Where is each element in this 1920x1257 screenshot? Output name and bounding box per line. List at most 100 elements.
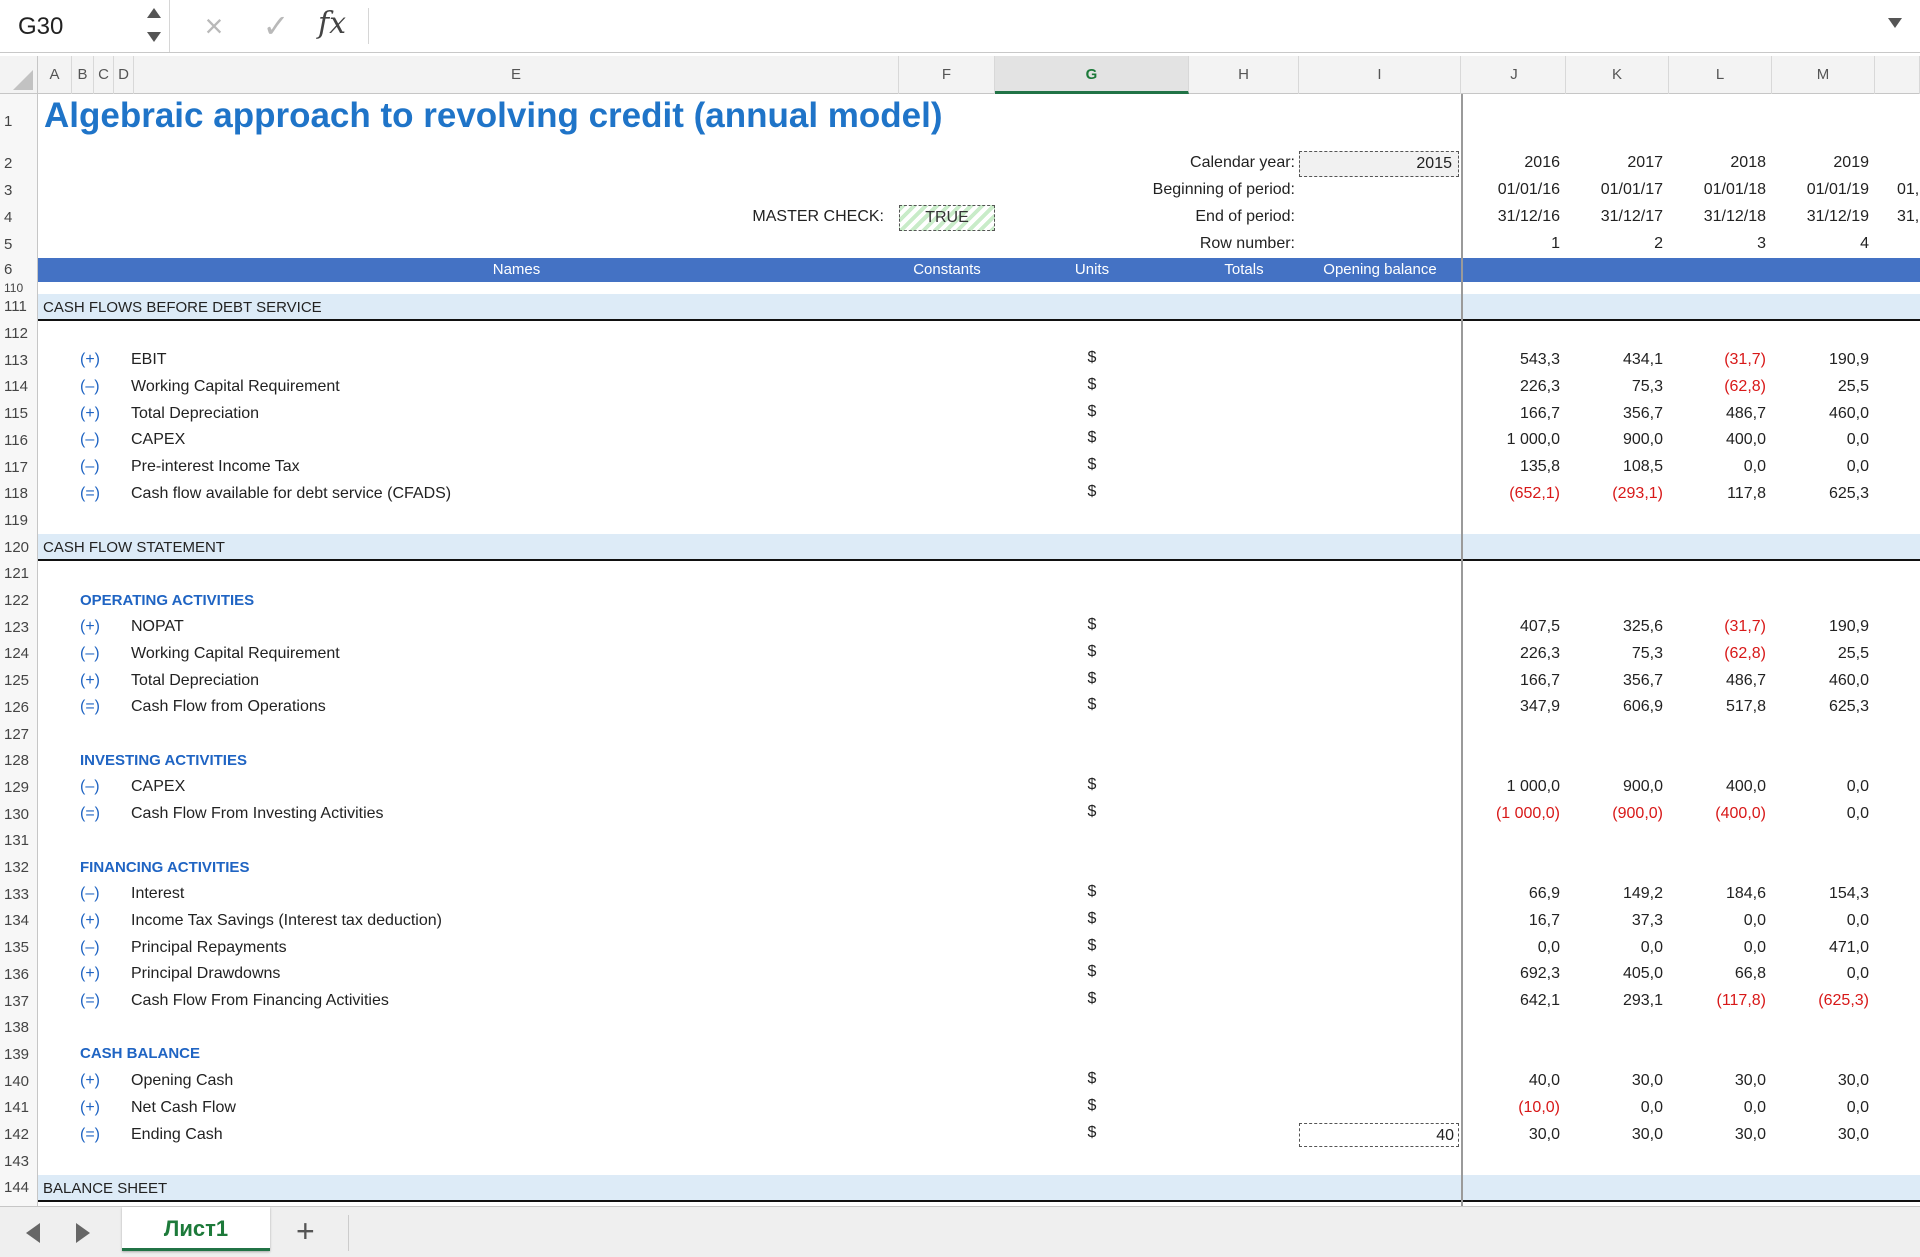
value-cell[interactable]: 1 000,0 bbox=[1463, 431, 1560, 449]
column-header-e[interactable]: E bbox=[134, 56, 899, 94]
row-header[interactable]: 110 bbox=[0, 282, 38, 294]
value-cell[interactable]: 66,8 bbox=[1669, 965, 1766, 983]
column-header-i[interactable]: I bbox=[1299, 56, 1461, 94]
row-header[interactable]: 141 bbox=[0, 1099, 38, 1126]
value-cell[interactable]: 30,0 bbox=[1566, 1072, 1663, 1090]
value-cell[interactable]: 66,9 bbox=[1463, 885, 1560, 903]
value-cell[interactable]: 166,7 bbox=[1463, 672, 1560, 690]
value-cell[interactable]: 154,3 bbox=[1772, 885, 1869, 903]
value-cell[interactable]: 108,5 bbox=[1566, 458, 1663, 476]
prev-sheet-icon[interactable] bbox=[26, 1223, 40, 1243]
row-header[interactable]: 121 bbox=[0, 565, 38, 592]
row-header[interactable]: 126 bbox=[0, 699, 38, 726]
value-cell[interactable]: (400,0) bbox=[1669, 805, 1766, 823]
fx-icon[interactable]: fx bbox=[318, 6, 346, 41]
column-header-b[interactable]: B bbox=[72, 56, 94, 94]
row-header[interactable]: 138 bbox=[0, 1019, 38, 1046]
value-cell[interactable]: 0,0 bbox=[1463, 939, 1560, 957]
row-header[interactable]: 127 bbox=[0, 726, 38, 753]
column-header-f[interactable]: F bbox=[899, 56, 995, 94]
value-cell[interactable]: 0,0 bbox=[1772, 431, 1869, 449]
value-cell[interactable]: 0,0 bbox=[1669, 458, 1766, 476]
row-header[interactable]: 143 bbox=[0, 1153, 38, 1180]
value-cell[interactable]: (62,8) bbox=[1669, 645, 1766, 663]
value-cell[interactable]: 30,0 bbox=[1669, 1126, 1766, 1144]
value-cell[interactable]: 226,3 bbox=[1463, 645, 1560, 663]
value-cell[interactable]: 30,0 bbox=[1669, 1072, 1766, 1090]
row-header[interactable]: 124 bbox=[0, 645, 38, 672]
value-cell[interactable]: (62,8) bbox=[1669, 378, 1766, 396]
value-cell[interactable]: 190,9 bbox=[1772, 351, 1869, 369]
column-header-a[interactable]: A bbox=[38, 56, 72, 94]
value-cell[interactable]: 30,0 bbox=[1772, 1126, 1869, 1144]
value-cell[interactable]: 471,0 bbox=[1772, 939, 1869, 957]
value-cell[interactable]: 325,6 bbox=[1566, 618, 1663, 636]
value-cell[interactable]: 40,0 bbox=[1463, 1072, 1560, 1090]
value-cell[interactable]: (10,0) bbox=[1463, 1099, 1560, 1117]
value-cell[interactable]: 0,0 bbox=[1772, 965, 1869, 983]
row-header[interactable]: 113 bbox=[0, 352, 38, 379]
value-cell[interactable]: 356,7 bbox=[1566, 672, 1663, 690]
value-cell[interactable]: 486,7 bbox=[1669, 672, 1766, 690]
column-header-k[interactable]: K bbox=[1566, 56, 1669, 94]
row-header[interactable]: 115 bbox=[0, 405, 38, 432]
value-cell[interactable]: 543,3 bbox=[1463, 351, 1560, 369]
master-check-cell[interactable]: TRUE bbox=[899, 205, 995, 231]
row-header[interactable]: 122 bbox=[0, 592, 38, 619]
row-header[interactable]: 123 bbox=[0, 619, 38, 646]
value-cell[interactable]: 75,3 bbox=[1566, 645, 1663, 663]
value-cell[interactable]: 166,7 bbox=[1463, 405, 1560, 423]
row-header[interactable]: 119 bbox=[0, 512, 38, 539]
value-cell[interactable]: 434,1 bbox=[1566, 351, 1663, 369]
column-header-g[interactable]: G bbox=[995, 56, 1189, 94]
row-header[interactable]: 133 bbox=[0, 886, 38, 913]
value-cell[interactable]: (1 000,0) bbox=[1463, 805, 1560, 823]
column-header-m[interactable]: M bbox=[1772, 56, 1875, 94]
cancel-icon[interactable]: × bbox=[194, 6, 234, 46]
value-cell[interactable]: (117,8) bbox=[1669, 992, 1766, 1010]
value-cell[interactable]: 0,0 bbox=[1772, 778, 1869, 796]
enter-check-icon[interactable]: ✓ bbox=[256, 6, 296, 46]
value-cell[interactable]: 405,0 bbox=[1566, 965, 1663, 983]
row-header[interactable]: 120 bbox=[0, 539, 38, 566]
value-cell[interactable]: 226,3 bbox=[1463, 378, 1560, 396]
value-cell[interactable]: 25,5 bbox=[1772, 378, 1869, 396]
row-header[interactable]: 125 bbox=[0, 672, 38, 699]
value-cell[interactable]: 0,0 bbox=[1772, 805, 1869, 823]
value-cell[interactable]: 0,0 bbox=[1772, 458, 1869, 476]
value-cell[interactable]: 1 000,0 bbox=[1463, 778, 1560, 796]
value-cell[interactable]: 16,7 bbox=[1463, 912, 1560, 930]
value-cell[interactable]: 30,0 bbox=[1566, 1126, 1663, 1144]
chevron-up-icon[interactable] bbox=[147, 8, 161, 18]
value-cell[interactable]: 356,7 bbox=[1566, 405, 1663, 423]
row-header[interactable]: 112 bbox=[0, 325, 38, 352]
value-cell[interactable]: (652,1) bbox=[1463, 485, 1560, 503]
value-cell[interactable]: 135,8 bbox=[1463, 458, 1560, 476]
row-header[interactable]: 134 bbox=[0, 912, 38, 939]
row-header[interactable]: 129 bbox=[0, 779, 38, 806]
value-cell[interactable]: 400,0 bbox=[1669, 778, 1766, 796]
row-header[interactable]: 128 bbox=[0, 752, 38, 779]
value-cell[interactable]: 30,0 bbox=[1463, 1126, 1560, 1144]
row-header[interactable]: 137 bbox=[0, 993, 38, 1020]
value-cell[interactable]: 0,0 bbox=[1669, 939, 1766, 957]
column-header-j[interactable]: J bbox=[1463, 56, 1566, 94]
value-cell[interactable]: 0,0 bbox=[1669, 1099, 1766, 1117]
row-header[interactable]: 139 bbox=[0, 1046, 38, 1073]
value-cell[interactable]: 0,0 bbox=[1669, 912, 1766, 930]
name-box[interactable]: G30 bbox=[0, 0, 170, 52]
row-header[interactable]: 111 bbox=[0, 298, 38, 325]
column-header-n[interactable] bbox=[1875, 56, 1920, 94]
value-cell[interactable]: 37,3 bbox=[1566, 912, 1663, 930]
add-sheet-icon[interactable]: + bbox=[296, 1211, 315, 1251]
value-cell[interactable]: 692,3 bbox=[1463, 965, 1560, 983]
value-cell[interactable]: 486,7 bbox=[1669, 405, 1766, 423]
row-header[interactable]: 3 bbox=[0, 182, 38, 208]
column-header-h[interactable]: H bbox=[1189, 56, 1299, 94]
spreadsheet-grid[interactable]: 1 2 3 4 5 6 110 111 112 113 114 115 116 117 118 119 120 1… bbox=[0, 94, 1920, 1206]
value-cell[interactable]: 0,0 bbox=[1772, 1099, 1869, 1117]
chevron-down-icon[interactable] bbox=[147, 32, 161, 42]
value-cell[interactable]: (625,3) bbox=[1772, 992, 1869, 1010]
value-cell[interactable]: 75,3 bbox=[1566, 378, 1663, 396]
value-cell[interactable]: 117,8 bbox=[1669, 485, 1766, 503]
